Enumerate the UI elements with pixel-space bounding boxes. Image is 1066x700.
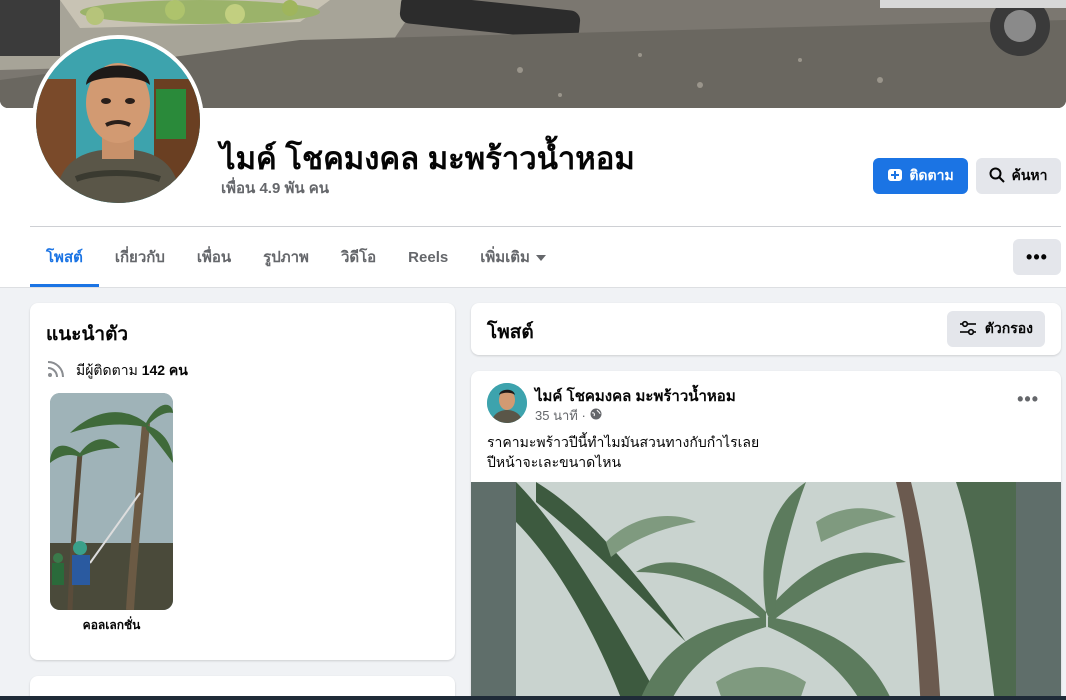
tab-videos[interactable]: วิดีโอ: [325, 227, 392, 287]
tab-label: Reels: [408, 248, 449, 266]
taskbar-strip: [0, 696, 1066, 700]
tab-label: เกี่ยวกับ: [114, 249, 165, 266]
follow-button[interactable]: ติดตาม: [873, 158, 968, 194]
intro-card: แนะนำตัว มีผู้ติดตาม 142 คน คอลเลกชั่น: [30, 303, 455, 660]
tab-label: เพิ่มเติม: [480, 249, 530, 266]
followers-prefix: มีผู้ติดตาม: [76, 361, 138, 378]
rss-icon: [46, 359, 66, 382]
follow-icon: [887, 167, 903, 186]
profile-avatar[interactable]: [32, 35, 204, 207]
post-image[interactable]: [471, 482, 1061, 700]
search-label: ค้นหา: [1011, 167, 1048, 183]
friends-count[interactable]: เพื่อน 4.9 พัน คน: [221, 176, 329, 200]
post-meta: 35 นาที ·: [535, 405, 602, 426]
profile-header: ไมค์ โชคมงคล มะพร้าวน้ำหอม เพื่อน 4.9 พั…: [0, 0, 1066, 288]
tab-label: โพสต์: [46, 249, 83, 266]
globe-icon: [590, 408, 602, 423]
filter-button[interactable]: ตัวกรอง: [946, 311, 1045, 347]
followers-row: มีผู้ติดตาม 142 คน: [46, 359, 188, 382]
post-card: ไมค์ โชคมงคล มะพร้าวน้ำหอม 35 นาที · •••…: [471, 371, 1061, 700]
tab-more[interactable]: เพิ่มเติม: [464, 227, 562, 287]
posts-title: โพสต์: [487, 322, 534, 343]
post-text-line: ปีหน้าจะเละขนาดไหน: [487, 454, 622, 470]
follow-label: ติดตาม: [909, 167, 954, 183]
collection-label: คอลเลกชั่น: [82, 618, 141, 632]
tab-label: รูปภาพ: [263, 249, 309, 266]
tab-photos[interactable]: รูปภาพ: [247, 227, 325, 287]
search-button[interactable]: ค้นหา: [976, 158, 1061, 194]
tab-label: วิดีโอ: [340, 249, 377, 266]
caret-down-icon: [535, 249, 546, 266]
followers-count[interactable]: 142 คน: [142, 362, 188, 378]
tab-reels[interactable]: Reels: [392, 227, 464, 287]
profile-tabs: โพสต์ เกี่ยวกับ เพื่อน รูปภาพ วิดีโอ Ree…: [30, 227, 562, 287]
filter-icon: [959, 320, 977, 339]
post-text-line: ราคามะพร้าวปีนี้ทำไมมันสวนทางกับกำไรเลย: [487, 434, 760, 450]
more-options-button[interactable]: •••: [1013, 239, 1061, 275]
tab-about[interactable]: เกี่ยวกับ: [99, 227, 181, 287]
filter-label: ตัวกรอง: [984, 320, 1033, 336]
collection-thumbnail[interactable]: [50, 393, 173, 610]
post-author-avatar[interactable]: [487, 383, 527, 423]
post-text: ราคามะพร้าวปีนี้ทำไมมันสวนทางกับกำไรเลย …: [487, 432, 759, 472]
tab-friends[interactable]: เพื่อน: [181, 227, 247, 287]
post-time[interactable]: 35 นาที ·: [535, 405, 586, 426]
intro-title: แนะนำตัว: [46, 324, 129, 345]
posts-header-card: โพสต์ ตัวกรอง: [471, 303, 1061, 355]
tab-posts[interactable]: โพสต์: [30, 227, 99, 287]
post-options-button[interactable]: •••: [1017, 389, 1039, 410]
search-icon: [989, 167, 1006, 186]
tab-label: เพื่อน: [196, 249, 232, 266]
